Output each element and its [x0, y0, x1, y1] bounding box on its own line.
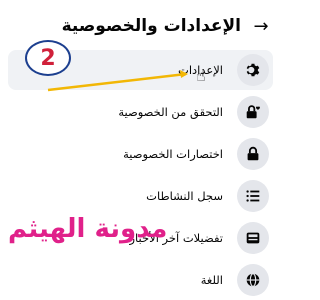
hand-cursor-icon: ☝ — [196, 66, 206, 85]
settings-privacy-panel: → الإعدادات والخصوصية الإعدادات التحقق م… — [0, 0, 281, 300]
watermark: مدونة الهيثم — [8, 214, 168, 244]
step-number-badge: 2 — [25, 40, 71, 76]
